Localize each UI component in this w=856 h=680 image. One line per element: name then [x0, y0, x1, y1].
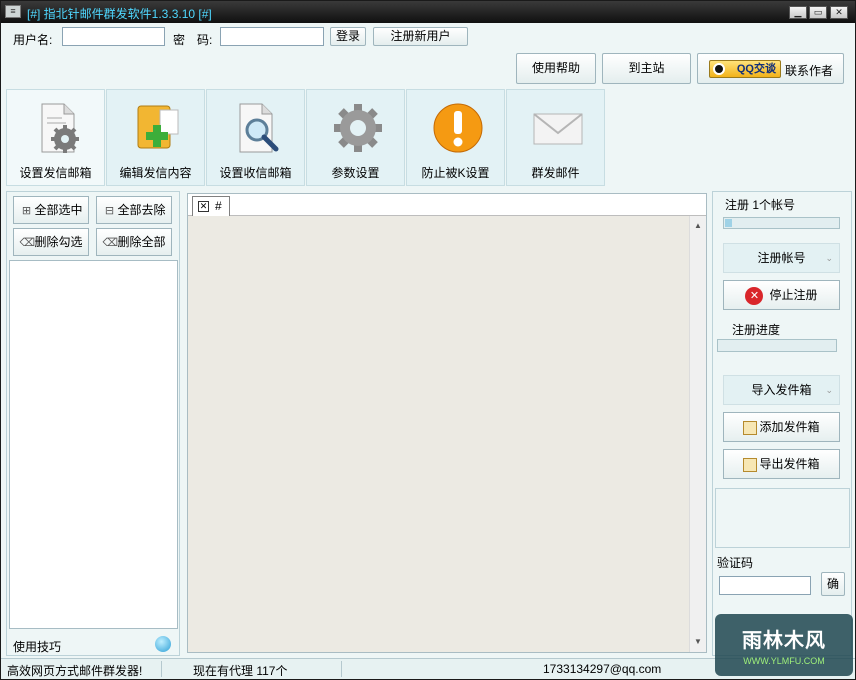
- qq-badge: QQ交谈: [709, 60, 781, 78]
- username-label: 用户名:: [13, 33, 53, 47]
- gear-icon: [334, 104, 382, 152]
- stop-register-button[interactable]: ✕ 停止注册: [723, 280, 840, 310]
- tab-label: 设置收信邮箱: [219, 166, 292, 180]
- tab-bulk-send[interactable]: 群发邮件: [506, 89, 605, 186]
- edit-content-icon: [137, 105, 179, 149]
- content-editor[interactable]: ✕ # ▲ ▼: [187, 193, 707, 653]
- outbox-list-panel: ⊞ 全部选中 ⊟ 全部去除 ⌫删除勾选 ⌫删除全部 使用技巧: [6, 191, 180, 656]
- tab-label: 参数设置: [331, 166, 380, 180]
- password-input[interactable]: [220, 27, 324, 46]
- captcha-image-area: [715, 488, 850, 548]
- deselect-all-icon: ⊟: [104, 205, 115, 217]
- close-button[interactable]: ✕: [830, 6, 848, 19]
- editor-tab-label: #: [215, 199, 222, 213]
- tab-parameters[interactable]: 参数设置: [306, 89, 405, 186]
- captcha-label: 验证码: [717, 556, 754, 570]
- register-account-button[interactable]: 注册帐号 ⌄: [723, 243, 840, 273]
- password-label: 密 码:: [173, 33, 213, 47]
- tab-label: 设置发信邮箱: [19, 166, 92, 180]
- login-button[interactable]: 登录: [330, 27, 366, 46]
- chevron-down-icon: ⌄: [825, 253, 833, 263]
- status-divider: [341, 661, 342, 677]
- status-proxy-count: 现在有代理 117个: [193, 664, 288, 678]
- contact-author-label: 联系作者: [785, 64, 834, 78]
- tab-label: 编辑发信内容: [119, 166, 192, 180]
- export-outbox-button[interactable]: 导出发件箱: [723, 449, 840, 479]
- vertical-scrollbar[interactable]: ▲ ▼: [689, 216, 706, 652]
- watermark-url: WWW.YLMFU.COM: [743, 656, 825, 666]
- tab-close-icon[interactable]: ✕: [198, 201, 209, 212]
- eraser-icon: ⌫: [102, 237, 119, 249]
- scroll-up-icon[interactable]: ▲: [690, 218, 706, 234]
- outbox-list[interactable]: [9, 260, 178, 629]
- maximize-button[interactable]: ▭: [809, 6, 827, 19]
- envelope-icon: [533, 113, 583, 145]
- site-watermark: 雨林木风 WWW.YLMFU.COM: [715, 614, 853, 676]
- select-all-icon: ⊞: [21, 205, 32, 217]
- register-count-progress: [723, 217, 840, 229]
- usage-tips-label[interactable]: 使用技巧: [13, 638, 61, 655]
- editor-tab[interactable]: ✕ #: [192, 196, 230, 216]
- contact-author-button[interactable]: QQ交谈 联系作者: [697, 53, 844, 84]
- warning-icon: [433, 103, 483, 153]
- status-contact-email: 1733134297@qq.com: [543, 662, 662, 676]
- search-recipients-icon: [239, 103, 279, 153]
- tab-recipient-mailbox[interactable]: 设置收信邮箱: [206, 89, 305, 186]
- delete-all-button[interactable]: ⌫删除全部: [96, 228, 172, 256]
- window-title: [#] 指北针邮件群发软件1.3.3.10 [#]: [27, 7, 212, 21]
- title-bar: ≡ [#] 指北针邮件群发软件1.3.3.10 [#] ▁ ▭ ✕: [1, 1, 855, 23]
- tab-label: 防止被K设置: [421, 166, 490, 180]
- tab-anti-block[interactable]: 防止被K设置: [406, 89, 505, 186]
- mail-settings-icon: [41, 103, 79, 153]
- qq-penguin-icon: [713, 63, 725, 75]
- progress-fill: [725, 219, 732, 227]
- main-window: ≡ [#] 指北针邮件群发软件1.3.3.10 [#] ▁ ▭ ✕ 用户名: 密…: [0, 0, 856, 680]
- document-icon: [743, 420, 758, 435]
- stop-icon: ✕: [745, 286, 764, 305]
- import-outbox-button[interactable]: 导入发件箱 ⌄: [723, 375, 840, 405]
- status-slogan: 高效网页方式邮件群发器!: [7, 664, 143, 678]
- tab-sender-mailbox[interactable]: 设置发信邮箱: [6, 89, 105, 186]
- scroll-down-icon[interactable]: ▼: [690, 634, 706, 650]
- chat-bubble-icon[interactable]: [155, 636, 171, 652]
- system-menu-icon[interactable]: ≡: [5, 5, 21, 18]
- captcha-confirm-button[interactable]: 确: [821, 572, 845, 596]
- register-progress-bar: [717, 339, 837, 352]
- delete-checked-button[interactable]: ⌫删除勾选: [13, 228, 89, 256]
- watermark-title: 雨林木风: [742, 630, 826, 652]
- help-button[interactable]: 使用帮助: [516, 53, 596, 84]
- minimize-button[interactable]: ▁: [789, 6, 807, 19]
- register-count-text: 注册 1个帐号: [725, 198, 796, 212]
- chevron-down-icon: ⌄: [825, 385, 833, 395]
- eraser-icon: ⌫: [19, 237, 36, 249]
- tab-edit-content[interactable]: 编辑发信内容: [106, 89, 205, 186]
- username-input[interactable]: [62, 27, 165, 46]
- select-all-button[interactable]: ⊞ 全部选中: [13, 196, 89, 224]
- register-new-user-button[interactable]: 注册新用户: [373, 27, 468, 46]
- register-progress-label: 注册进度: [732, 323, 781, 337]
- add-outbox-button[interactable]: 添加发件箱: [723, 412, 840, 442]
- status-divider: [161, 661, 162, 677]
- captcha-input[interactable]: [719, 576, 811, 595]
- editor-tab-bar: ✕ #: [188, 194, 706, 216]
- deselect-all-button[interactable]: ⊟ 全部去除: [96, 196, 172, 224]
- tab-label: 群发邮件: [531, 166, 580, 180]
- document-icon: [743, 457, 758, 472]
- home-site-button[interactable]: 到主站: [602, 53, 691, 84]
- register-panel: 注册 1个帐号 注册帐号 ⌄ ✕ 停止注册 注册进度 导入发件箱 ⌄ 添加发件箱 …: [712, 191, 852, 656]
